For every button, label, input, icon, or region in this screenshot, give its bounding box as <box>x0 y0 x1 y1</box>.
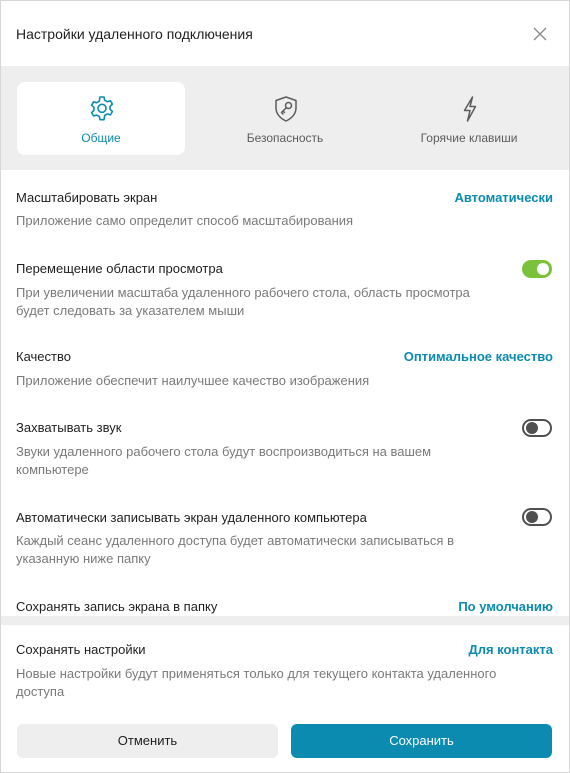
quality-description: Приложение обеспечит наилучшее качество … <box>16 373 370 388</box>
auto-record-toggle[interactable] <box>522 508 552 526</box>
tab-general-label: Общие <box>81 131 121 145</box>
quality-value-link[interactable]: Оптимальное качество <box>404 349 553 364</box>
save-settings-description-line2: доступа <box>16 684 65 699</box>
auto-record-description-line1: Каждый сеанс удаленного доступа будет ав… <box>16 533 454 548</box>
settings-tab-bar: Общие Безопасность Горячие клавиши <box>1 66 569 170</box>
close-icon[interactable] <box>529 23 551 45</box>
capture-sound-description: Звуки удаленного рабочего стола будут во… <box>16 443 516 479</box>
remote-connection-settings-dialog: Настройки удаленного подключения Общие Б… <box>0 0 570 773</box>
auto-record-description-line2: указанную ниже папку <box>16 551 151 566</box>
record-folder-title: Сохранять запись экрана в папку <box>16 599 218 614</box>
tab-security[interactable]: Безопасность <box>201 82 369 155</box>
record-folder-value-link[interactable]: По умолчанию <box>458 599 553 614</box>
viewport-move-description-line1: При увеличении масштаба удаленного рабоч… <box>16 285 470 300</box>
save-settings-description: Новые настройки будут применяться только… <box>16 665 546 701</box>
viewport-move-description: При увеличении масштаба удаленного рабоч… <box>16 284 516 320</box>
section-divider <box>1 616 569 625</box>
capture-sound-toggle[interactable] <box>522 419 552 437</box>
viewport-move-toggle[interactable] <box>522 260 552 278</box>
dialog-header: Настройки удаленного подключения <box>1 1 569 65</box>
tab-general[interactable]: Общие <box>17 82 185 155</box>
save-settings-description-line1: Новые настройки будут применяться только… <box>16 666 497 681</box>
dialog-title: Настройки удаленного подключения <box>16 26 253 42</box>
capture-sound-title: Захватывать звук <box>16 420 122 435</box>
scale-screen-value-link[interactable]: Автоматически <box>454 190 553 205</box>
toggle-knob <box>526 422 538 434</box>
lightning-icon <box>463 96 477 122</box>
toggle-knob <box>537 263 549 275</box>
auto-record-title: Автоматически записывать экран удаленног… <box>16 510 367 525</box>
auto-record-description: Каждый сеанс удаленного доступа будет ав… <box>16 532 516 568</box>
scale-screen-description: Приложение само определит способ масштаб… <box>16 213 354 228</box>
save-button[interactable]: Сохранить <box>291 724 552 758</box>
scale-screen-title: Масштабировать экран <box>16 190 158 205</box>
cancel-button[interactable]: Отменить <box>17 724 278 758</box>
shield-key-icon <box>275 96 297 122</box>
tab-hotkeys-label: Горячие клавиши <box>420 131 518 145</box>
tab-security-label: Безопасность <box>246 131 324 145</box>
tab-hotkeys[interactable]: Горячие клавиши <box>385 82 553 155</box>
save-settings-title: Сохранять настройки <box>16 642 146 657</box>
toggle-knob <box>526 511 538 523</box>
quality-title: Качество <box>16 349 71 364</box>
capture-sound-description-line2: компьютере <box>16 462 89 477</box>
gear-icon <box>90 96 114 121</box>
save-settings-value-link[interactable]: Для контакта <box>468 642 553 657</box>
viewport-move-description-line2: будет следовать за указателем мыши <box>16 303 245 318</box>
general-settings-panel: Масштабировать экран Автоматически Прило… <box>1 170 569 616</box>
capture-sound-description-line1: Звуки удаленного рабочего стола будут во… <box>16 444 432 459</box>
viewport-move-title: Перемещение области просмотра <box>16 261 223 276</box>
